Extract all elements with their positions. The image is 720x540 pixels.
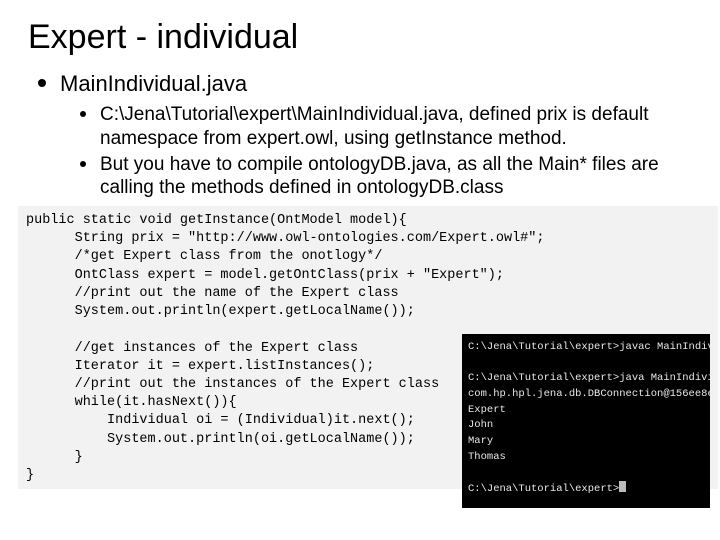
bullet-dot-icon (80, 161, 86, 167)
bullet-level1: MainIndividual.java (38, 71, 692, 97)
bullet-text: C:\Jena\Tutorial\expert\MainIndividual.j… (100, 103, 690, 151)
bullet-level2: But you have to compile ontologyDB.java,… (80, 153, 692, 201)
bullet-text: MainIndividual.java (60, 71, 247, 97)
bullet-text: But you have to compile ontologyDB.java,… (100, 153, 690, 201)
terminal-text: C:\Jena\Tutorial\expert>javac MainIndivi… (468, 341, 710, 496)
slide-title: Expert - individual (28, 18, 692, 57)
cursor-icon (619, 481, 626, 492)
slide: Expert - individual MainIndividual.java … (0, 0, 720, 540)
bullet-dot-icon (80, 111, 86, 117)
bullet-level2: C:\Jena\Tutorial\expert\MainIndividual.j… (80, 103, 692, 151)
bullet-dot-icon (38, 79, 46, 87)
terminal-output: C:\Jena\Tutorial\expert>javac MainIndivi… (462, 334, 710, 509)
